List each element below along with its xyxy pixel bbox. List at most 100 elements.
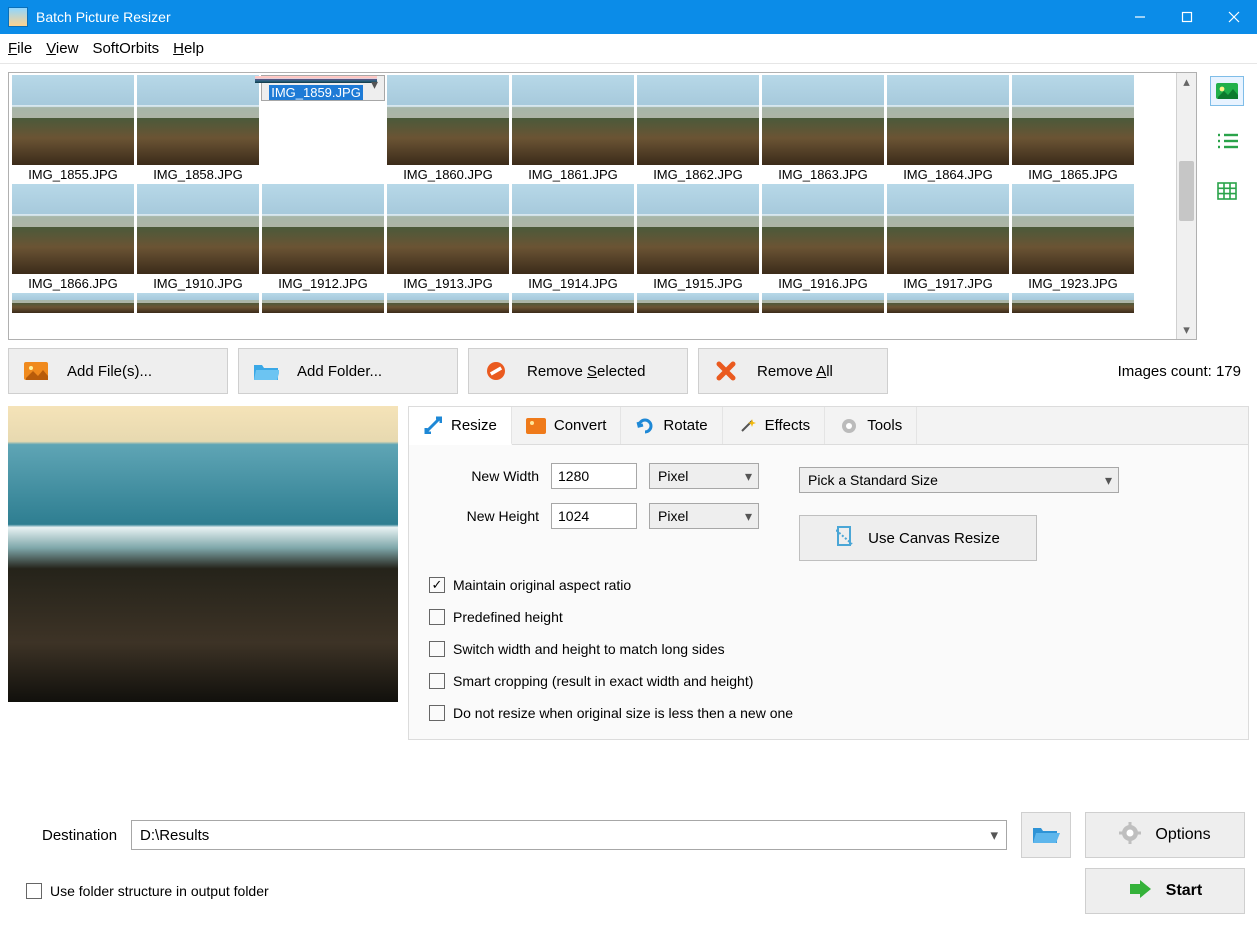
thumbnail-image <box>637 184 759 274</box>
minimize-button[interactable] <box>1116 0 1163 34</box>
thumbnail-item[interactable]: IMG_1862.JPG <box>636 75 760 182</box>
thumbnail-filename: IMG_1858.JPG <box>153 167 243 182</box>
predefined-height-checkbox[interactable]: Predefined height <box>429 609 1228 625</box>
tab-rotate[interactable]: Rotate <box>621 407 722 444</box>
thumbnail-item[interactable] <box>761 293 885 313</box>
menu-help[interactable]: Help <box>173 40 204 57</box>
tab-resize-label: Resize <box>451 417 497 434</box>
thumbnail-item[interactable]: IMG_1858.JPG <box>136 75 260 182</box>
width-unit-select[interactable]: Pixel <box>649 463 759 489</box>
thumbnail-image <box>262 184 384 274</box>
options-button[interactable]: Options <box>1085 812 1245 858</box>
tab-effects[interactable]: Effects <box>723 407 826 444</box>
thumbnail-image <box>762 293 884 313</box>
add-files-label: Add File(s)... <box>67 363 152 380</box>
start-label: Start <box>1166 882 1202 900</box>
thumbnail-item[interactable]: IMG_1859.JPG <box>261 75 385 101</box>
thumbnail-item[interactable]: IMG_1913.JPG <box>386 184 510 291</box>
add-files-button[interactable]: Add File(s)... <box>8 348 228 394</box>
thumbnail-item[interactable] <box>1011 293 1135 313</box>
thumbnail-item[interactable] <box>886 293 1010 313</box>
menu-file[interactable]: File <box>8 40 32 57</box>
x-icon <box>713 360 739 382</box>
canvas-resize-button[interactable]: Use Canvas Resize <box>799 515 1037 561</box>
remove-all-button[interactable]: Remove All <box>698 348 888 394</box>
thumbnail-item[interactable]: IMG_1861.JPG <box>511 75 635 182</box>
smart-crop-checkbox[interactable]: Smart cropping (result in exact width an… <box>429 673 1228 689</box>
thumbnail-item[interactable]: IMG_1860.JPG <box>386 75 510 182</box>
thumbnail-filename: IMG_1859.JPG <box>269 85 363 100</box>
thumbnail-item[interactable] <box>136 293 260 313</box>
tab-tools[interactable]: Tools <box>825 407 917 444</box>
tab-resize[interactable]: Resize <box>409 407 512 445</box>
thumbnail-item[interactable]: IMG_1912.JPG <box>261 184 385 291</box>
menu-view[interactable]: View <box>46 40 78 57</box>
switch-wh-checkbox[interactable]: Switch width and height to match long si… <box>429 641 1228 657</box>
height-unit-select[interactable]: Pixel <box>649 503 759 529</box>
thumbnail-filename: IMG_1866.JPG <box>28 276 118 291</box>
scroll-down-icon[interactable]: ▾ <box>1177 321 1196 339</box>
maximize-button[interactable] <box>1163 0 1210 34</box>
resize-icon <box>423 415 443 435</box>
use-folder-structure-checkbox[interactable]: Use folder structure in output folder <box>26 883 269 899</box>
thumbnail-item[interactable] <box>386 293 510 313</box>
thumbnail-filename: IMG_1912.JPG <box>278 276 368 291</box>
tab-convert[interactable]: Convert <box>512 407 622 444</box>
thumbnail-image <box>512 184 634 274</box>
thumbnail-image <box>887 184 1009 274</box>
thumbnail-filename: IMG_1914.JPG <box>528 276 618 291</box>
destination-select[interactable]: D:\Results <box>131 820 1007 850</box>
thumbnail-item[interactable]: IMG_1915.JPG <box>636 184 760 291</box>
thumbnail-item[interactable] <box>261 293 385 313</box>
gallery-scrollbar[interactable]: ▴ ▾ <box>1176 73 1196 339</box>
thumbnail-item[interactable] <box>511 293 635 313</box>
no-upscale-checkbox[interactable]: Do not resize when original size is less… <box>429 705 1228 721</box>
tab-convert-label: Convert <box>554 417 607 434</box>
thumbnail-item[interactable] <box>11 293 135 313</box>
thumbnail-item[interactable] <box>636 293 760 313</box>
thumbnail-image <box>262 293 384 313</box>
thumbnail-item[interactable]: IMG_1917.JPG <box>886 184 1010 291</box>
thumbnail-item[interactable]: IMG_1863.JPG <box>761 75 885 182</box>
maintain-ratio-checkbox[interactable]: ✓Maintain original aspect ratio <box>429 577 1228 593</box>
thumbnail-item[interactable]: IMG_1923.JPG <box>1011 184 1135 291</box>
canvas-icon <box>836 525 856 551</box>
thumbnail-filename: IMG_1915.JPG <box>653 276 743 291</box>
view-list-button[interactable] <box>1210 126 1244 156</box>
close-button[interactable] <box>1210 0 1257 34</box>
new-height-input[interactable] <box>551 503 637 529</box>
gear-icon <box>839 416 859 436</box>
add-folder-button[interactable]: Add Folder... <box>238 348 458 394</box>
thumbnail-filename: IMG_1855.JPG <box>28 167 118 182</box>
view-thumbnails-button[interactable] <box>1210 76 1244 106</box>
scroll-up-icon[interactable]: ▴ <box>1177 73 1196 91</box>
thumbnail-item[interactable]: IMG_1866.JPG <box>11 184 135 291</box>
tab-tools-label: Tools <box>867 417 902 434</box>
window-title: Batch Picture Resizer <box>36 9 1116 25</box>
thumbnail-item[interactable]: IMG_1916.JPG <box>761 184 885 291</box>
preview-image <box>8 406 398 702</box>
remove-selected-button[interactable]: Remove Selected <box>468 348 688 394</box>
remove-all-label: Remove All <box>757 363 833 380</box>
start-button[interactable]: Start <box>1085 868 1245 914</box>
scroll-thumb[interactable] <box>1179 161 1194 221</box>
thumbnail-item[interactable]: IMG_1865.JPG <box>1011 75 1135 182</box>
new-width-input[interactable] <box>551 463 637 489</box>
convert-icon <box>526 416 546 436</box>
thumbnail-image <box>137 293 259 313</box>
folder-icon <box>253 360 279 382</box>
browse-destination-button[interactable] <box>1021 812 1071 858</box>
menu-softorbits[interactable]: SoftOrbits <box>92 40 159 57</box>
settings-panel: Resize Convert Rotate Effects Tools New … <box>408 406 1249 740</box>
thumbnail-item[interactable]: IMG_1864.JPG <box>886 75 1010 182</box>
view-grid-button[interactable] <box>1210 176 1244 206</box>
thumbnail-image <box>387 184 509 274</box>
thumbnail-filename: IMG_1861.JPG <box>528 167 618 182</box>
images-count-label: Images count: 179 <box>1118 363 1249 380</box>
thumbnail-item[interactable]: IMG_1914.JPG <box>511 184 635 291</box>
tab-rotate-label: Rotate <box>663 417 707 434</box>
standard-size-select[interactable]: Pick a Standard Size <box>799 467 1119 493</box>
thumbnail-item[interactable]: IMG_1855.JPG <box>11 75 135 182</box>
wand-icon <box>737 416 757 436</box>
thumbnail-item[interactable]: IMG_1910.JPG <box>136 184 260 291</box>
